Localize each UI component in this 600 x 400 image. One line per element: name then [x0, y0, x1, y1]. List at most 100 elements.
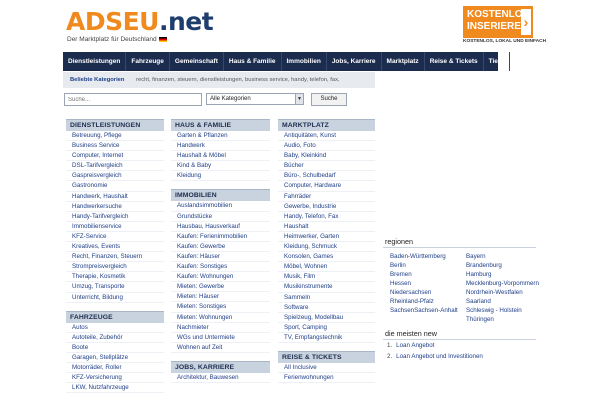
- category-link[interactable]: Autoteile, Zubehör: [66, 333, 164, 343]
- category-heading[interactable]: REISE & TICKETS: [278, 350, 375, 363]
- region-link[interactable]: Schleswig - Holstein: [466, 306, 542, 315]
- category-link[interactable]: Handwerkersuche: [66, 202, 164, 212]
- category-link[interactable]: Gaspreisvergleich: [66, 171, 164, 182]
- category-link[interactable]: Kaufen: Häuser: [171, 252, 270, 263]
- category-link[interactable]: Kind & Baby: [171, 161, 270, 172]
- nav-item-dienstleistungen[interactable]: Dienstleistungen: [63, 52, 127, 71]
- nav-item-haus-familie[interactable]: Haus & Familie: [224, 52, 282, 71]
- category-link[interactable]: Therapie, Kosmetik: [66, 272, 164, 283]
- category-link[interactable]: Kaufen: Ferienimmobilien: [171, 232, 270, 242]
- category-link[interactable]: Möbel, Wohnen: [278, 262, 375, 273]
- category-link[interactable]: Strompreisvergleich: [66, 262, 164, 273]
- nav-item-immobilien[interactable]: Immobilien: [282, 52, 327, 71]
- category-link[interactable]: Garagen, Stellplätze: [66, 353, 164, 363]
- category-link[interactable]: Business Service: [66, 141, 164, 152]
- region-link[interactable]: Bremen: [390, 270, 466, 279]
- category-heading[interactable]: HAUS & FAMILIE: [171, 119, 270, 131]
- category-link[interactable]: Immobilienservice: [66, 222, 164, 232]
- category-link[interactable]: Hausbau, Hausverkauf: [171, 222, 270, 232]
- region-link[interactable]: Rheinland-Pfalz: [390, 297, 466, 306]
- category-link[interactable]: KFZ-Service: [66, 232, 164, 243]
- category-link[interactable]: Gastronomie: [66, 181, 164, 192]
- region-link[interactable]: Brandenburg: [466, 261, 542, 270]
- category-link[interactable]: Recht, Finanzen, Steuern: [66, 252, 164, 263]
- nav-item-jobs-karriere[interactable]: Jobs, Karriere: [327, 52, 382, 71]
- category-link[interactable]: Unterricht, Bildung: [66, 293, 164, 303]
- category-heading[interactable]: IMMOBILIEN: [171, 189, 270, 202]
- category-link[interactable]: Kreatives, Events: [66, 242, 164, 253]
- search-input[interactable]: [64, 93, 202, 106]
- category-link[interactable]: Software: [278, 303, 375, 313]
- category-link[interactable]: Betreuung, Pflege: [66, 131, 164, 142]
- free-listing-button[interactable]: KOSTENLOS INSERIEREN ›: [463, 6, 533, 38]
- category-link[interactable]: Haushalt & Möbel: [171, 151, 270, 162]
- category-link[interactable]: Umzug, Transporte: [66, 282, 164, 293]
- site-logo[interactable]: ADSEU.net: [66, 8, 214, 36]
- category-link[interactable]: Büro-, Schulbedarf: [278, 171, 375, 182]
- category-link[interactable]: Autos: [66, 323, 164, 333]
- category-link[interactable]: DSL-Tarifvergleich: [66, 161, 164, 172]
- category-link[interactable]: All Inclusive: [278, 363, 375, 374]
- region-link[interactable]: Mecklenburg-Vorpommern: [466, 279, 542, 288]
- category-link[interactable]: Grundstücke: [171, 212, 270, 222]
- category-link[interactable]: Kleidung: [171, 171, 270, 182]
- category-link[interactable]: Handwerk, Haushalt: [66, 192, 164, 202]
- category-link[interactable]: Handwerk: [171, 141, 270, 152]
- nav-item-marktplatz[interactable]: Marktplatz: [382, 52, 425, 71]
- newest-item[interactable]: 2. Loan Angebot und Investitionen: [383, 351, 536, 362]
- category-link[interactable]: Konsolen, Games: [278, 252, 375, 263]
- category-heading[interactable]: FAHRZEUGE: [66, 310, 164, 323]
- category-link[interactable]: Audio, Foto: [278, 141, 375, 152]
- category-link[interactable]: Mieten: Häuser: [171, 292, 270, 303]
- category-link[interactable]: LKW, Nutzfahrzeuge: [66, 383, 164, 394]
- category-link[interactable]: Handy-Tarifvergleich: [66, 212, 164, 222]
- category-link[interactable]: Ferienwohnungen: [278, 373, 375, 384]
- category-link[interactable]: Sammeln: [278, 293, 375, 303]
- category-link[interactable]: Heimwerker, Garten: [278, 232, 375, 243]
- region-link[interactable]: Niedersachsen: [390, 288, 466, 297]
- region-link[interactable]: Nordrhein-Westfalen: [466, 288, 542, 297]
- category-link[interactable]: WGs und Untermiete: [171, 333, 270, 343]
- category-link[interactable]: TV, Empfangstechnik: [278, 333, 375, 343]
- region-link[interactable]: Hessen: [390, 279, 466, 288]
- category-link[interactable]: Sport, Camping: [278, 323, 375, 333]
- category-link[interactable]: Mieten: Wohnungen: [171, 313, 270, 323]
- region-link[interactable]: SachsenSachsen-Anhalt: [390, 306, 466, 315]
- search-button[interactable]: Suche: [311, 93, 347, 106]
- category-link[interactable]: Mieten: Sonstiges: [171, 302, 270, 313]
- nav-item-tiere[interactable]: Tiere: [484, 52, 511, 71]
- category-link[interactable]: Computer, Hardware: [278, 181, 375, 192]
- category-link[interactable]: Nachmieter: [171, 323, 270, 333]
- region-link[interactable]: Baden-Württemberg: [390, 252, 466, 261]
- region-link[interactable]: Saarland: [466, 297, 542, 306]
- category-link[interactable]: Kleidung, Schmuck: [278, 242, 375, 253]
- category-link[interactable]: Spielzeug, Modellbau: [278, 313, 375, 323]
- category-link[interactable]: Boote: [66, 343, 164, 353]
- region-link[interactable]: Berlin: [390, 261, 466, 270]
- category-link[interactable]: Garten & Pflanzen: [171, 131, 270, 142]
- category-link[interactable]: Antiquitäten, Kunst: [278, 131, 375, 142]
- nav-item-reise-tickets[interactable]: Reise & Tickets: [425, 52, 484, 71]
- category-link[interactable]: KFZ-Versicherung: [66, 373, 164, 384]
- category-link[interactable]: Motorräder, Roller: [66, 363, 164, 374]
- region-link[interactable]: Hamburg: [466, 270, 542, 279]
- popular-tags[interactable]: recht, finanzen, steuern, dienstleistung…: [136, 77, 340, 83]
- category-link[interactable]: Computer, Internet: [66, 151, 164, 162]
- category-link[interactable]: Bücher: [278, 161, 375, 172]
- category-link[interactable]: Musikinstrumente: [278, 282, 375, 293]
- category-link[interactable]: Kaufen: Sonstiges: [171, 262, 270, 273]
- region-link[interactable]: Thüringen: [466, 315, 542, 324]
- category-link[interactable]: Musik, Film: [278, 272, 375, 283]
- category-link[interactable]: Auslandsimmobilien: [171, 201, 270, 212]
- newest-item[interactable]: 1. Loan Angebot: [383, 340, 536, 351]
- category-link[interactable]: Kaufen: Wohnungen: [171, 272, 270, 283]
- category-link[interactable]: Handy, Telefon, Fax: [278, 212, 375, 222]
- category-link[interactable]: Architektur, Bauwesen: [171, 373, 270, 383]
- category-link[interactable]: Haushalt: [278, 222, 375, 232]
- category-heading[interactable]: DIENSTLEISTUNGEN: [66, 119, 164, 131]
- category-heading[interactable]: JOBS, KARRIERE: [171, 360, 270, 373]
- category-link[interactable]: Gewerbe, Industrie: [278, 202, 375, 212]
- category-link[interactable]: Fahrräder: [278, 192, 375, 202]
- nav-item-gemeinschaft[interactable]: Gemeinschaft: [170, 52, 224, 71]
- category-link[interactable]: Wohnen auf Zeit: [171, 343, 270, 353]
